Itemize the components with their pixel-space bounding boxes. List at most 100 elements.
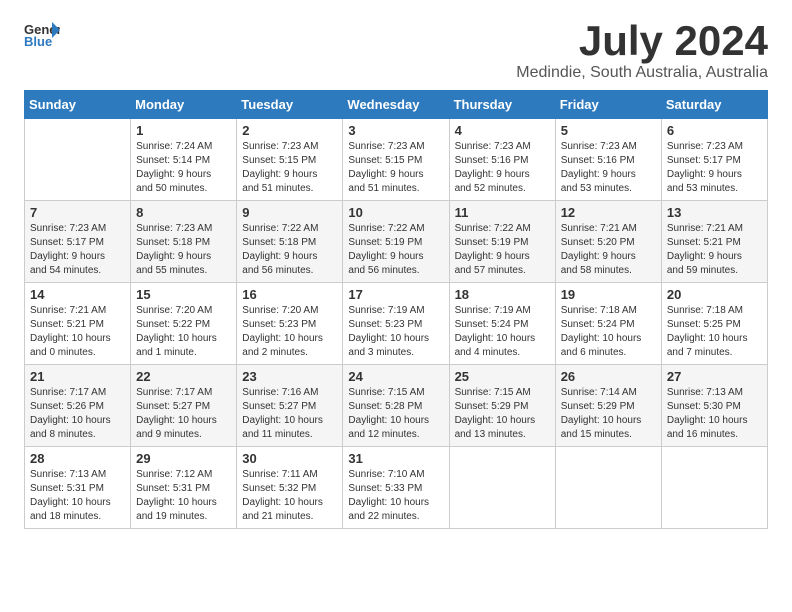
day-number: 4 xyxy=(455,123,550,138)
day-number: 23 xyxy=(242,369,337,384)
day-info: Sunrise: 7:16 AMSunset: 5:27 PMDaylight:… xyxy=(242,386,337,442)
day-info: Sunrise: 7:23 AMSunset: 5:15 PMDaylight:… xyxy=(242,140,337,196)
title-area: July 2024 Medindie, South Australia, Aus… xyxy=(516,20,768,82)
calendar-week-row: 7 Sunrise: 7:23 AMSunset: 5:17 PMDaylight… xyxy=(25,201,768,283)
day-number: 28 xyxy=(30,451,125,466)
logo-icon: General Blue xyxy=(24,20,60,48)
calendar-cell: 30 Sunrise: 7:11 AMSunset: 5:32 PMDayligh… xyxy=(237,447,343,529)
calendar-cell: 2 Sunrise: 7:23 AMSunset: 5:15 PMDaylight… xyxy=(237,119,343,201)
calendar-cell xyxy=(661,447,767,529)
calendar-cell: 16Sunrise: 7:20 AMSunset: 5:23 PMDayligh… xyxy=(237,283,343,365)
calendar-cell: 5 Sunrise: 7:23 AMSunset: 5:16 PMDaylight… xyxy=(555,119,661,201)
svg-text:Blue: Blue xyxy=(24,34,52,48)
day-info: Sunrise: 7:23 AMSunset: 5:16 PMDaylight:… xyxy=(561,140,656,196)
day-info: Sunrise: 7:13 AMSunset: 5:30 PMDaylight:… xyxy=(667,386,762,442)
logo: General Blue xyxy=(24,20,64,48)
day-number: 3 xyxy=(348,123,443,138)
calendar-cell: 17 Sunrise: 7:19 AMSunset: 5:23 PMDayligh… xyxy=(343,283,449,365)
day-number: 22 xyxy=(136,369,231,384)
calendar-week-row: 28 Sunrise: 7:13 AMSunset: 5:31 PMDayligh… xyxy=(25,447,768,529)
weekday-header: Wednesday xyxy=(343,91,449,119)
day-number: 10 xyxy=(348,205,443,220)
day-info: Sunrise: 7:22 AMSunset: 5:19 PMDaylight:… xyxy=(348,222,443,278)
weekday-header: Thursday xyxy=(449,91,555,119)
day-number: 16 xyxy=(242,287,337,302)
day-info: Sunrise: 7:13 AMSunset: 5:31 PMDaylight:… xyxy=(30,468,125,524)
day-number: 7 xyxy=(30,205,125,220)
weekday-header: Saturday xyxy=(661,91,767,119)
day-number: 6 xyxy=(667,123,762,138)
day-number: 25 xyxy=(455,369,550,384)
calendar-cell: 19 Sunrise: 7:18 AMSunset: 5:24 PMDayligh… xyxy=(555,283,661,365)
calendar-week-row: 1Sunrise: 7:24 AMSunset: 5:14 PMDaylight… xyxy=(25,119,768,201)
day-info: Sunrise: 7:15 AMSunset: 5:29 PMDaylight:… xyxy=(455,386,550,442)
day-info: Sunrise: 7:23 AMSunset: 5:18 PMDaylight:… xyxy=(136,222,231,278)
calendar-cell xyxy=(25,119,131,201)
day-info: Sunrise: 7:23 AMSunset: 5:17 PMDaylight:… xyxy=(30,222,125,278)
calendar-cell: 26 Sunrise: 7:14 AMSunset: 5:29 PMDayligh… xyxy=(555,365,661,447)
calendar-cell: 18Sunrise: 7:19 AMSunset: 5:24 PMDayligh… xyxy=(449,283,555,365)
day-info: Sunrise: 7:23 AMSunset: 5:17 PMDaylight:… xyxy=(667,140,762,196)
day-number: 26 xyxy=(561,369,656,384)
calendar-cell: 13Sunrise: 7:21 AMSunset: 5:21 PMDayligh… xyxy=(661,201,767,283)
day-info: Sunrise: 7:21 AMSunset: 5:20 PMDaylight:… xyxy=(561,222,656,278)
calendar-cell: 4 Sunrise: 7:23 AMSunset: 5:16 PMDaylight… xyxy=(449,119,555,201)
calendar-week-row: 21 Sunrise: 7:17 AMSunset: 5:26 PMDayligh… xyxy=(25,365,768,447)
day-number: 24 xyxy=(348,369,443,384)
calendar-cell xyxy=(555,447,661,529)
day-info: Sunrise: 7:14 AMSunset: 5:29 PMDaylight:… xyxy=(561,386,656,442)
day-number: 11 xyxy=(455,205,550,220)
day-number: 12 xyxy=(561,205,656,220)
day-number: 2 xyxy=(242,123,337,138)
calendar-cell: 9 Sunrise: 7:22 AMSunset: 5:18 PMDaylight… xyxy=(237,201,343,283)
day-number: 1 xyxy=(136,123,231,138)
calendar-cell: 3 Sunrise: 7:23 AMSunset: 5:15 PMDaylight… xyxy=(343,119,449,201)
calendar-cell: 25 Sunrise: 7:15 AMSunset: 5:29 PMDayligh… xyxy=(449,365,555,447)
calendar-cell: 21 Sunrise: 7:17 AMSunset: 5:26 PMDayligh… xyxy=(25,365,131,447)
day-info: Sunrise: 7:21 AMSunset: 5:21 PMDaylight:… xyxy=(30,304,125,360)
day-number: 19 xyxy=(561,287,656,302)
day-info: Sunrise: 7:15 AMSunset: 5:28 PMDaylight:… xyxy=(348,386,443,442)
day-info: Sunrise: 7:22 AMSunset: 5:19 PMDaylight:… xyxy=(455,222,550,278)
weekday-header: Tuesday xyxy=(237,91,343,119)
day-info: Sunrise: 7:22 AMSunset: 5:18 PMDaylight:… xyxy=(242,222,337,278)
day-info: Sunrise: 7:23 AMSunset: 5:15 PMDaylight:… xyxy=(348,140,443,196)
calendar-title: July 2024 xyxy=(516,20,768,62)
day-number: 30 xyxy=(242,451,337,466)
calendar-cell: 8Sunrise: 7:23 AMSunset: 5:18 PMDaylight… xyxy=(131,201,237,283)
calendar-cell: 31 Sunrise: 7:10 AMSunset: 5:33 PMDayligh… xyxy=(343,447,449,529)
day-number: 31 xyxy=(348,451,443,466)
calendar-cell: 7 Sunrise: 7:23 AMSunset: 5:17 PMDaylight… xyxy=(25,201,131,283)
calendar-cell: 11 Sunrise: 7:22 AMSunset: 5:19 PMDayligh… xyxy=(449,201,555,283)
day-number: 5 xyxy=(561,123,656,138)
calendar-cell: 10 Sunrise: 7:22 AMSunset: 5:19 PMDayligh… xyxy=(343,201,449,283)
day-info: Sunrise: 7:12 AMSunset: 5:31 PMDaylight:… xyxy=(136,468,231,524)
day-info: Sunrise: 7:10 AMSunset: 5:33 PMDaylight:… xyxy=(348,468,443,524)
day-info: Sunrise: 7:18 AMSunset: 5:25 PMDaylight:… xyxy=(667,304,762,360)
calendar-cell: 22Sunrise: 7:17 AMSunset: 5:27 PMDayligh… xyxy=(131,365,237,447)
calendar-cell: 6 Sunrise: 7:23 AMSunset: 5:17 PMDaylight… xyxy=(661,119,767,201)
calendar-cell: 24 Sunrise: 7:15 AMSunset: 5:28 PMDayligh… xyxy=(343,365,449,447)
calendar-cell: 20Sunrise: 7:18 AMSunset: 5:25 PMDayligh… xyxy=(661,283,767,365)
day-number: 21 xyxy=(30,369,125,384)
weekday-header: Monday xyxy=(131,91,237,119)
day-info: Sunrise: 7:11 AMSunset: 5:32 PMDaylight:… xyxy=(242,468,337,524)
day-info: Sunrise: 7:18 AMSunset: 5:24 PMDaylight:… xyxy=(561,304,656,360)
calendar-cell: 14Sunrise: 7:21 AMSunset: 5:21 PMDayligh… xyxy=(25,283,131,365)
day-info: Sunrise: 7:23 AMSunset: 5:16 PMDaylight:… xyxy=(455,140,550,196)
day-number: 13 xyxy=(667,205,762,220)
calendar-cell: 1Sunrise: 7:24 AMSunset: 5:14 PMDaylight… xyxy=(131,119,237,201)
day-info: Sunrise: 7:19 AMSunset: 5:24 PMDaylight:… xyxy=(455,304,550,360)
day-info: Sunrise: 7:17 AMSunset: 5:26 PMDaylight:… xyxy=(30,386,125,442)
day-number: 17 xyxy=(348,287,443,302)
calendar-week-row: 14Sunrise: 7:21 AMSunset: 5:21 PMDayligh… xyxy=(25,283,768,365)
day-number: 15 xyxy=(136,287,231,302)
calendar-subtitle: Medindie, South Australia, Australia xyxy=(516,64,768,82)
weekday-header: Sunday xyxy=(25,91,131,119)
day-info: Sunrise: 7:19 AMSunset: 5:23 PMDaylight:… xyxy=(348,304,443,360)
calendar-cell: 12 Sunrise: 7:21 AMSunset: 5:20 PMDayligh… xyxy=(555,201,661,283)
calendar-cell: 15Sunrise: 7:20 AMSunset: 5:22 PMDayligh… xyxy=(131,283,237,365)
day-number: 9 xyxy=(242,205,337,220)
weekday-header-row: SundayMondayTuesdayWednesdayThursdayFrid… xyxy=(25,91,768,119)
calendar-table: SundayMondayTuesdayWednesdayThursdayFrid… xyxy=(24,90,768,529)
